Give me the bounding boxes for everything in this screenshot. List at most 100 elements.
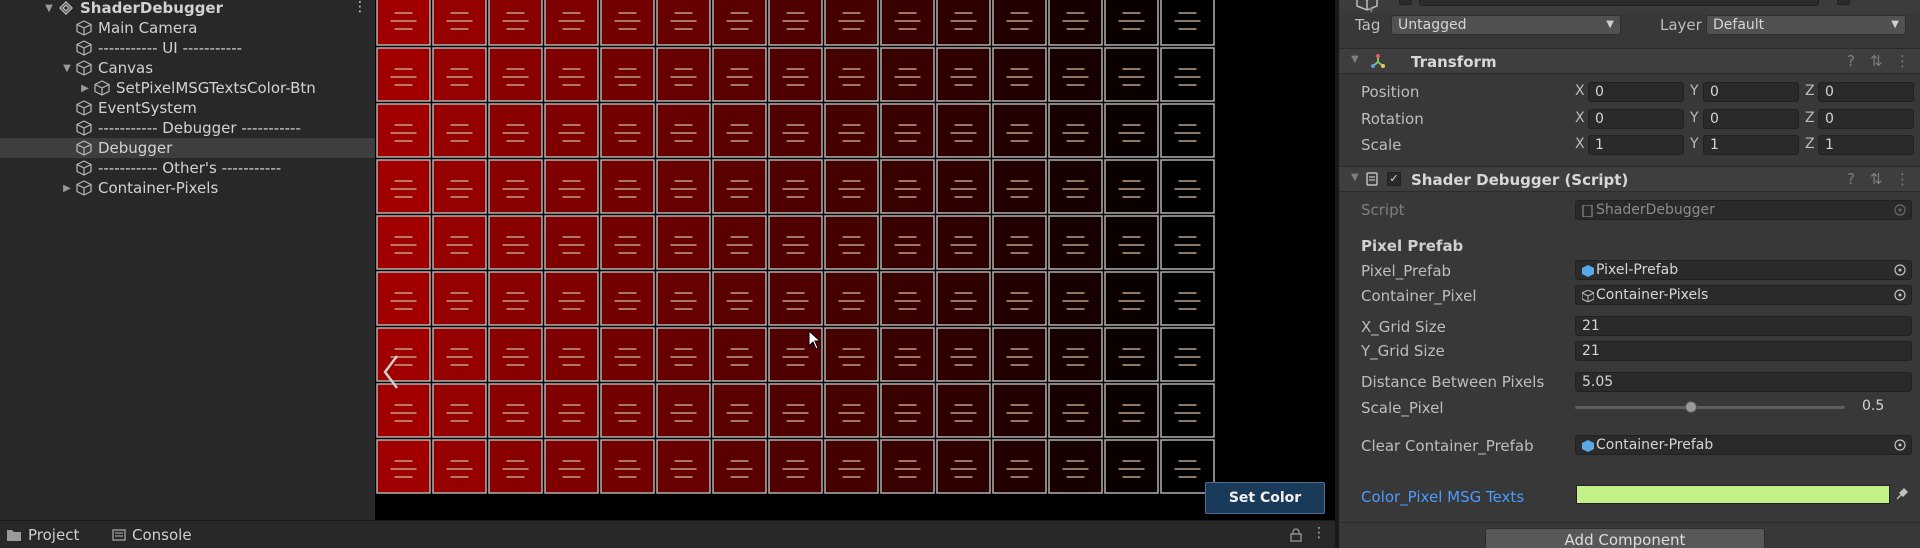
pixel-msg-text [1010,140,1029,142]
axis-label-z[interactable]: Z [1805,110,1815,126]
hierarchy-item[interactable]: ▼ Canvas [0,58,375,78]
kebab-menu-icon[interactable]: ⋮ [353,0,367,16]
add-component-button[interactable]: Add Component [1485,528,1765,548]
kebab-menu-icon[interactable]: ⋮ [1312,525,1326,541]
transform-z-field[interactable]: 0 [1818,82,1914,102]
tab-console[interactable]: Console [112,521,192,548]
transform-y-field[interactable]: 0 [1703,109,1799,129]
pixel-msg-text [782,468,809,470]
tag-dropdown[interactable]: Untagged ▼ [1391,15,1621,35]
hierarchy-item[interactable]: ----------- UI ----------- [0,38,375,58]
pixel-msg-text [1066,180,1085,182]
pixel-msg-text [394,292,413,294]
axis-label-x[interactable]: X [1575,83,1585,99]
pixel-cell [824,327,879,382]
hierarchy-item[interactable]: EventSystem [0,98,375,118]
pixel-cell [712,383,767,438]
pixel-msg-text [506,476,525,478]
hierarchy-item[interactable]: ▶ SetPixelMSGTextsColor-Btn [0,78,375,98]
pixel-cell [936,159,991,214]
chevron-down-icon[interactable]: ▼ [1351,172,1359,183]
axis-label-x[interactable]: X [1575,136,1585,152]
presets-icon[interactable]: ⇅ [1870,52,1883,70]
pixel-msg-text [502,132,529,134]
pixel-cell [768,0,823,46]
transform-z-field[interactable]: 1 [1818,135,1914,155]
presets-icon[interactable]: ⇅ [1870,170,1883,188]
shader-debugger-header[interactable]: ▼ ✓ Shader Debugger (Script) ? ⇅ ⋮ [1339,166,1920,192]
tab-project[interactable]: Project [6,521,79,548]
axis-label-y[interactable]: Y [1690,83,1699,99]
pixel-msg-text [954,68,973,70]
transform-y-field[interactable]: 0 [1703,82,1799,102]
lock-icon[interactable] [1290,528,1302,542]
object-picker-icon[interactable] [1893,438,1907,452]
scale-pixel-slider-thumb[interactable] [1685,401,1698,413]
gameobject-name-field[interactable] [1419,0,1819,6]
transform-x-field[interactable]: 0 [1588,82,1684,102]
hierarchy-item[interactable]: ----------- Other's ----------- [0,158,375,178]
transform-z-field[interactable]: 0 [1818,109,1914,129]
axis-label-z[interactable]: Z [1805,136,1815,152]
chevron-down-icon[interactable]: ▼ [42,3,56,14]
chevron-left-icon[interactable] [379,352,403,392]
active-checkbox[interactable] [1399,0,1412,5]
pixel-msg-text [446,412,473,414]
clear-container-field[interactable]: Container-Prefab [1575,435,1912,455]
transform-x-field[interactable]: 0 [1588,109,1684,129]
eyedropper-icon[interactable] [1895,487,1909,501]
kebab-menu-icon[interactable]: ⋮ [1895,52,1910,70]
axis-label-y[interactable]: Y [1690,136,1699,152]
kebab-menu-icon[interactable]: ⋮ [1895,170,1910,188]
axis-label-x[interactable]: X [1575,110,1585,126]
chevron-right-icon[interactable]: ▶ [60,183,74,194]
chevron-right-icon[interactable]: ▶ [78,83,92,94]
hierarchy-item[interactable]: ▶ Container-Pixels [0,178,375,198]
icon-dropdown-caret[interactable]: ▾ [1369,6,1374,16]
object-picker-icon[interactable] [1893,263,1907,277]
enabled-checkbox[interactable]: ✓ [1387,172,1401,186]
distance-field[interactable]: 5.05 [1575,372,1912,392]
pixel-msg-text [506,292,525,294]
pixel-msg-text [1118,300,1145,302]
chevron-down-icon[interactable]: ▼ [60,63,74,74]
pixel-msg-text [502,356,529,358]
set-color-button[interactable]: Set Color [1205,482,1325,514]
y-grid-field[interactable]: 21 [1575,341,1912,361]
object-picker-icon[interactable] [1893,288,1907,302]
pixel-cell [488,215,543,270]
transform-x-field[interactable]: 1 [1588,135,1684,155]
pixel-cell [544,103,599,158]
static-checkbox[interactable] [1837,0,1850,5]
pixel-msg-text [446,132,473,134]
pixel-msg-text [786,252,805,254]
scale-pixel-slider-track[interactable] [1575,406,1845,409]
scale-pixel-field[interactable]: 0.5 [1856,397,1912,417]
pixel-prefab-field[interactable]: Pixel-Prefab [1575,260,1912,280]
layer-dropdown[interactable]: Default ▼ [1706,15,1906,35]
color-pixel-swatch[interactable] [1576,485,1890,504]
pixel-cell [712,47,767,102]
help-icon[interactable]: ? [1847,170,1855,188]
hierarchy-item[interactable]: Main Camera [0,18,375,38]
hierarchy-item[interactable]: ----------- Debugger ----------- [0,118,375,138]
pixel-cell [600,159,655,214]
pixel-cell [824,159,879,214]
help-icon[interactable]: ? [1847,52,1855,70]
pixel-msg-text [674,28,693,30]
transform-y-field[interactable]: 1 [1703,135,1799,155]
container-pixel-field[interactable]: Container-Pixels [1575,285,1912,305]
hierarchy-item[interactable]: ▼ ShaderDebugger ⋮ [0,0,375,18]
hierarchy-item[interactable]: Debugger [0,138,375,158]
pixel-cell [376,159,431,214]
axis-label-z[interactable]: Z [1805,83,1815,99]
axis-label-y[interactable]: Y [1690,110,1699,126]
pixel-msg-text [838,412,865,414]
x-grid-field[interactable]: 21 [1575,316,1912,336]
chevron-down-icon[interactable]: ▼ [1351,54,1359,65]
pixel-msg-text [562,236,581,238]
game-view[interactable]: Set Color [375,0,1335,520]
pixel-msg-text [614,20,641,22]
transform-header[interactable]: ▼ Transform ? ⇅ ⋮ [1339,48,1920,74]
pixel-msg-text [1062,244,1089,246]
